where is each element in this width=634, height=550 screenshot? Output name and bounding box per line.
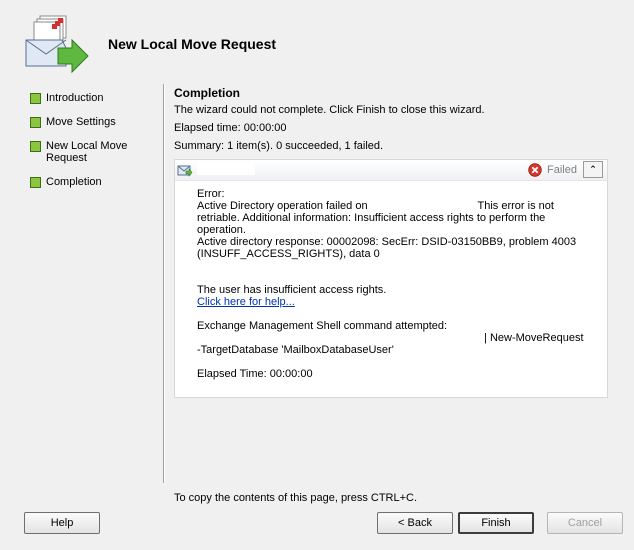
elapsed-time: Elapsed time: 00:00:00	[174, 122, 287, 134]
wizard-steps: Introduction Move Settings New Local Mov…	[28, 92, 156, 200]
wizard-title: New Local Move Request	[108, 36, 277, 52]
step-status-icon	[30, 141, 41, 152]
completion-panel: Completion The wizard could not complete…	[174, 86, 614, 157]
ad-response: Active directory response: 00002098: Sec…	[197, 236, 577, 260]
completion-message: The wizard could not complete. Click Fin…	[174, 104, 485, 116]
collapse-button[interactable]: ⌃	[583, 161, 603, 178]
error-message-part1: Active Directory operation failed on	[197, 200, 368, 212]
summary-text: Summary: 1 item(s). 0 succeeded, 1 faile…	[174, 140, 384, 152]
shell-label: Exchange Management Shell command attemp…	[197, 320, 448, 332]
mailbox-icon	[177, 165, 193, 177]
error-message: Active Directory operation failed on Thi…	[197, 200, 597, 236]
shell-command-end: | New-MoveRequest	[484, 332, 584, 344]
step-status-icon	[30, 93, 41, 104]
help-link[interactable]: Click here for help...	[197, 296, 295, 308]
step-label: Move Settings	[46, 116, 116, 128]
command-redacted	[197, 333, 481, 344]
step-completion: Completion	[28, 176, 156, 188]
error-label: Error:	[197, 188, 225, 200]
step-introduction: Introduction	[28, 92, 156, 104]
step-status-icon	[30, 117, 41, 128]
step-label: New Local Move Request	[46, 140, 128, 164]
shell-command-line2: -TargetDatabase 'MailboxDatabaseUser'	[197, 344, 394, 356]
step-label: Introduction	[46, 92, 104, 104]
result-item: Failed ⌃ Error: Active Directory operati…	[174, 159, 608, 398]
move-mailbox-icon	[25, 15, 89, 74]
server-name-redacted	[370, 201, 475, 212]
wizard-header: New Local Move Request	[0, 0, 634, 82]
error-details: Error: Active Directory operation failed…	[197, 188, 597, 380]
status-label: Failed	[547, 164, 577, 176]
step-new-local-move-request: New Local Move Request	[28, 140, 146, 164]
result-header: Failed ⌃	[175, 160, 607, 181]
shell-command: | New-MoveRequest	[197, 332, 597, 344]
step-move-settings: Move Settings	[28, 116, 156, 128]
copy-hint: To copy the contents of this page, press…	[174, 492, 418, 504]
finish-button[interactable]: Finish	[458, 512, 534, 534]
step-label: Completion	[46, 176, 102, 188]
vertical-divider	[163, 84, 165, 483]
back-button[interactable]: < Back	[377, 512, 453, 534]
result-elapsed-time: Elapsed Time: 00:00:00	[197, 368, 313, 380]
help-button[interactable]: Help	[24, 512, 100, 534]
page-title: Completion	[174, 86, 240, 100]
cancel-button[interactable]: Cancel	[547, 512, 623, 534]
error-icon	[528, 163, 542, 177]
step-status-icon	[30, 177, 41, 188]
access-note: The user has insufficient access rights.	[197, 284, 387, 296]
mailbox-name-redacted	[197, 163, 255, 175]
